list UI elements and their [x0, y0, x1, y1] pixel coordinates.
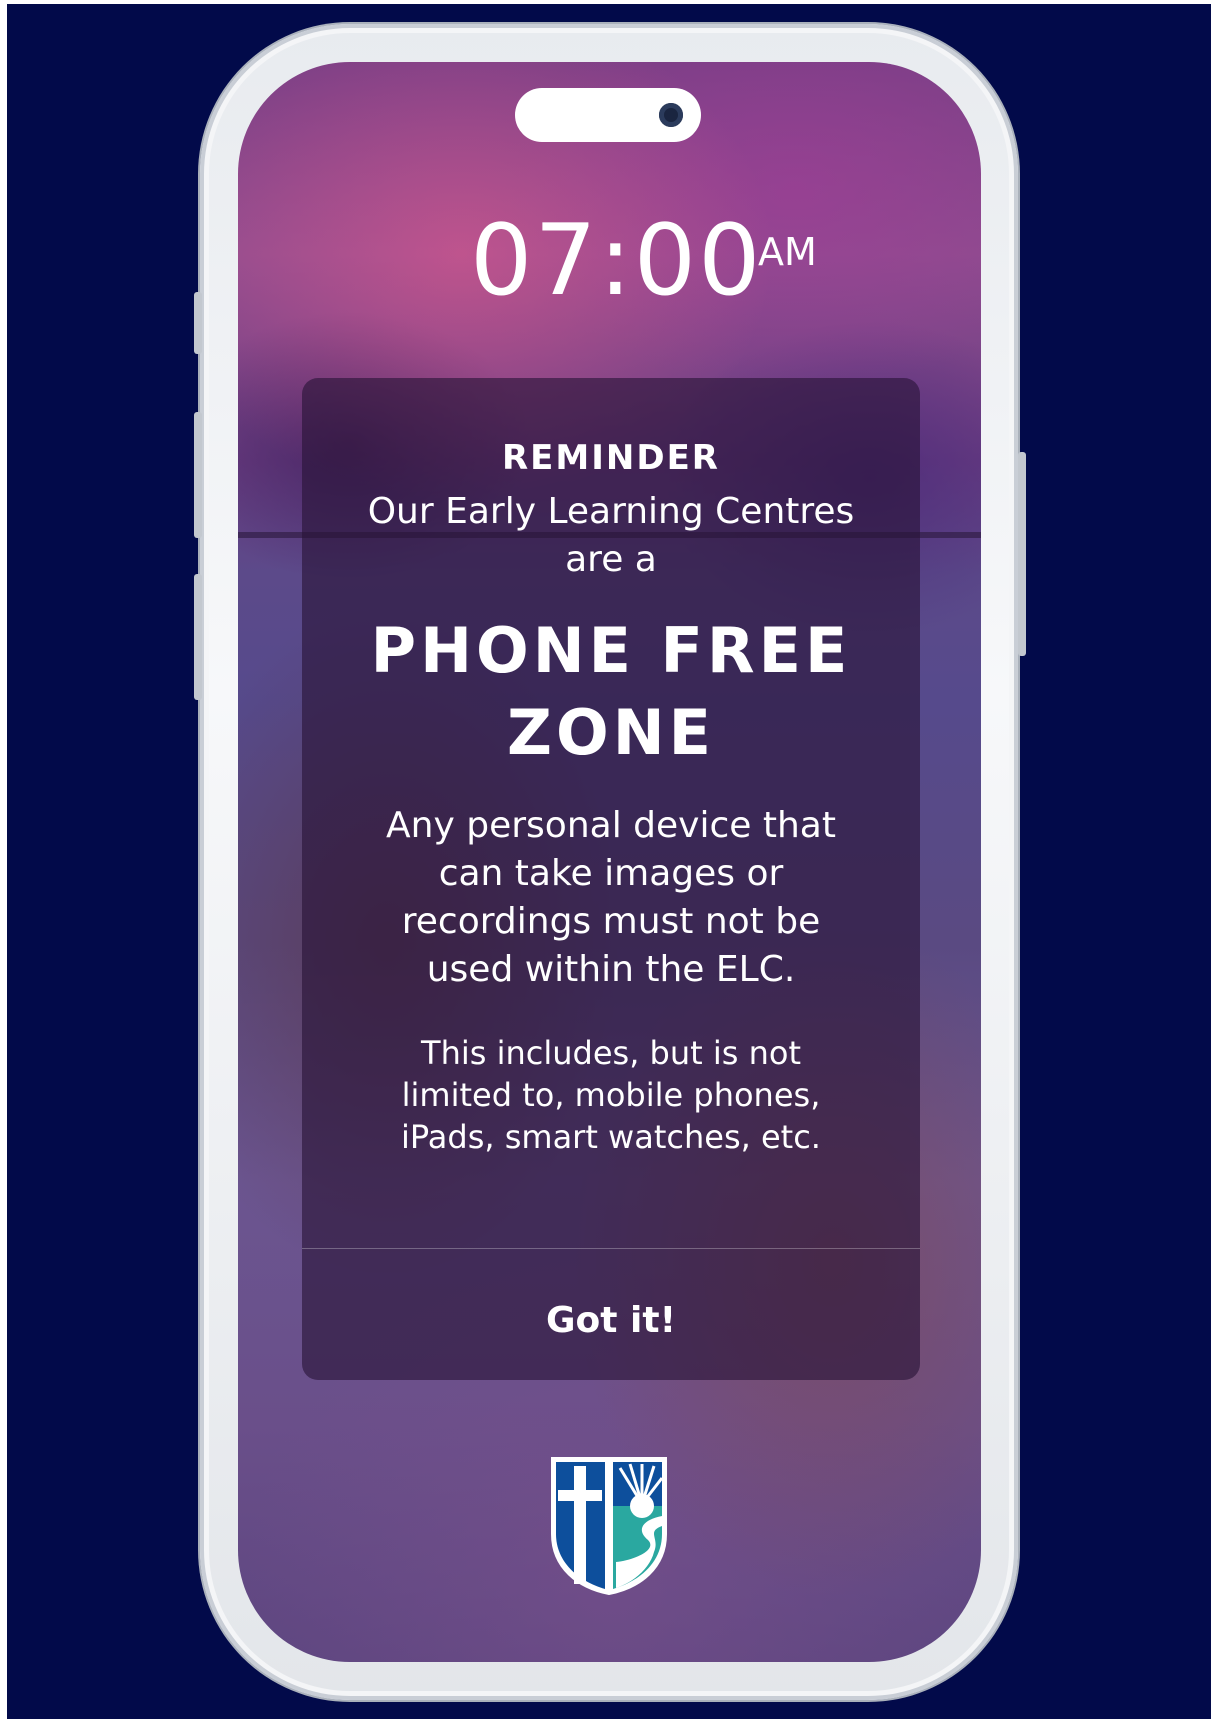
notice-subtitle-line: Our Early Learning Centres [367, 491, 855, 532]
card-divider [302, 1248, 920, 1249]
notice-subtitle: Our Early Learning Centres are a [302, 488, 920, 584]
notice-headline-line: PHONE FREE [370, 614, 852, 687]
phone-volume-down-button [194, 574, 202, 700]
notice-headline: PHONE FREE ZONE [302, 610, 920, 774]
notice-body-line: Any personal device that [386, 805, 836, 846]
notice-body-line: can take images or [438, 853, 784, 894]
lock-screen-clock: 07:00 [470, 204, 763, 318]
notice-note-line: This includes, but is not [421, 1034, 801, 1072]
notice-body: Any personal device that can take images… [302, 802, 920, 994]
notice-headline-line: ZONE [507, 696, 715, 769]
notice-body-line: used within the ELC. [426, 949, 796, 990]
front-camera-icon [659, 103, 683, 127]
phone-side-button [194, 292, 202, 354]
notification-card: REMINDER Our Early Learning Centres are … [302, 378, 920, 1380]
notice-note-line: iPads, smart watches, etc. [401, 1118, 821, 1156]
notice-body-line: recordings must not be [401, 901, 821, 942]
dynamic-island [515, 88, 701, 142]
clock-am-pm: AM [758, 230, 817, 274]
notice-note: This includes, but is not limited to, mo… [302, 1032, 920, 1158]
notice-subtitle-line: are a [565, 539, 657, 580]
phone-power-button [1018, 452, 1026, 656]
notice-note-line: limited to, mobile phones, [401, 1076, 821, 1114]
phone-volume-up-button [194, 412, 202, 538]
school-crest-icon [551, 1457, 667, 1596]
notice-label: REMINDER [502, 438, 720, 478]
got-it-button[interactable]: Got it! [452, 1288, 770, 1352]
